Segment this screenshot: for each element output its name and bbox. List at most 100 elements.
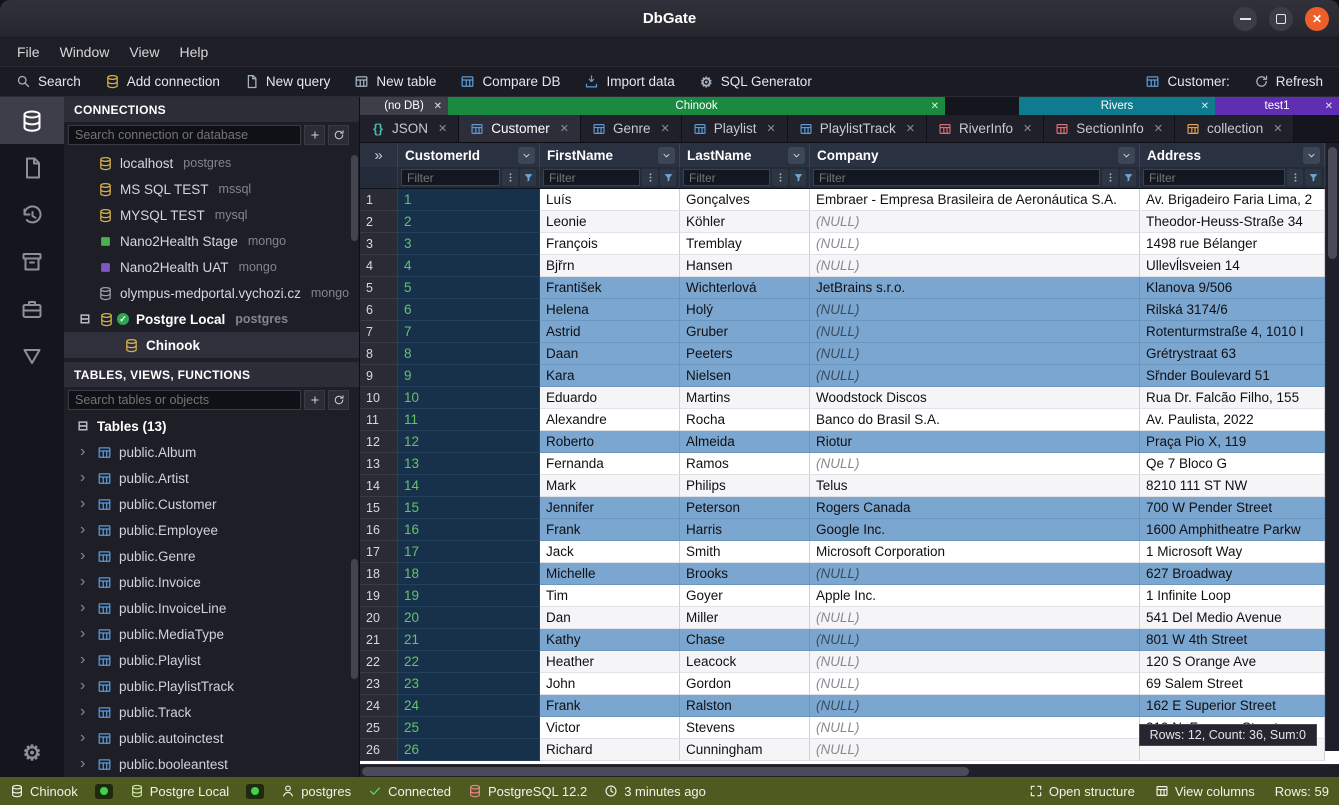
table-item-public-customer[interactable]: ›public.Customer: [64, 491, 359, 517]
chevron-right-icon[interactable]: ›: [80, 522, 90, 538]
activity-archive[interactable]: [0, 238, 64, 285]
grid-cell-lastname[interactable]: Holý: [680, 299, 810, 321]
grid-cell-lastname[interactable]: Gruber: [680, 321, 810, 343]
grid-cell-lastname[interactable]: Harris: [680, 519, 810, 541]
chevron-down-button[interactable]: [1118, 147, 1135, 164]
menu-help[interactable]: Help: [170, 41, 217, 63]
grid-cell-firstname[interactable]: Tim: [540, 585, 680, 607]
column-header-company[interactable]: Company: [810, 143, 1140, 167]
row-number-cell[interactable]: 22: [360, 651, 398, 673]
status-postgres[interactable]: postgres: [281, 784, 351, 799]
grid-cell-firstname[interactable]: Eduardo: [540, 387, 680, 409]
grid-cell-customerid[interactable]: 8: [398, 343, 540, 365]
grid-cell-company[interactable]: Telus: [810, 475, 1140, 497]
grid-cell-customerid[interactable]: 25: [398, 717, 540, 739]
grid-cell-lastname[interactable]: Miller: [680, 607, 810, 629]
grid-cell-address[interactable]: 69 Salem Street: [1140, 673, 1325, 695]
menu-file[interactable]: File: [8, 41, 49, 63]
grid-cell-firstname[interactable]: Luís: [540, 189, 680, 211]
grid-cell-firstname[interactable]: Kathy: [540, 629, 680, 651]
connection-mysql-test[interactable]: MYSQL TESTmysql: [64, 202, 359, 228]
chevron-right-icon[interactable]: ›: [80, 678, 90, 694]
filter-input-customerid[interactable]: [401, 169, 500, 186]
grid-cell-firstname[interactable]: Astrid: [540, 321, 680, 343]
grid-cell-firstname[interactable]: Heather: [540, 651, 680, 673]
grid-cell-firstname[interactable]: Mark: [540, 475, 680, 497]
grid-cell-address[interactable]: Av. Paulista, 2022: [1140, 409, 1325, 431]
grid-cell-customerid[interactable]: 12: [398, 431, 540, 453]
grid-cell-company[interactable]: JetBrains s.r.o.: [810, 277, 1140, 299]
tab-playlist[interactable]: Playlist✕: [682, 115, 788, 142]
grid-cell-company[interactable]: (NULL): [810, 233, 1140, 255]
status-open-structure[interactable]: Open structure: [1029, 784, 1135, 799]
grid-cell-customerid[interactable]: 20: [398, 607, 540, 629]
chevron-down-button[interactable]: [788, 147, 805, 164]
close-icon[interactable]: ✕: [661, 122, 670, 135]
db-tab-chinook[interactable]: Chinook✕: [448, 97, 945, 115]
db-tab-rivers[interactable]: Rivers✕: [1019, 97, 1215, 115]
row-number-cell[interactable]: 3: [360, 233, 398, 255]
grid-cell-firstname[interactable]: Dan: [540, 607, 680, 629]
grid-cell-lastname[interactable]: Ramos: [680, 453, 810, 475]
grid-cell-address[interactable]: Qe 7 Bloco G: [1140, 453, 1325, 475]
column-header-address[interactable]: Address: [1140, 143, 1325, 167]
grid-cell-lastname[interactable]: Brooks: [680, 563, 810, 585]
tab-customer[interactable]: Customer✕: [459, 115, 581, 142]
grid-cell-firstname[interactable]: Fernanda: [540, 453, 680, 475]
grid-cell-customerid[interactable]: 24: [398, 695, 540, 717]
grid-cell-lastname[interactable]: Nielsen: [680, 365, 810, 387]
close-icon[interactable]: ✕: [1201, 101, 1209, 112]
grid-cell-company[interactable]: (NULL): [810, 607, 1140, 629]
connection-localhost[interactable]: localhostpostgres: [64, 150, 359, 176]
grid-cell-address[interactable]: Praça Pio X, 119: [1140, 431, 1325, 453]
close-icon[interactable]: ✕: [438, 122, 447, 135]
grid-cell-lastname[interactable]: Wichterlová: [680, 277, 810, 299]
grid-cell-lastname[interactable]: Rocha: [680, 409, 810, 431]
grid-cell-address[interactable]: 162 E Superior Street: [1140, 695, 1325, 717]
status-postgre-local[interactable]: Postgre Local: [130, 784, 230, 799]
row-number-cell[interactable]: 23: [360, 673, 398, 695]
grid-cell-lastname[interactable]: Goyer: [680, 585, 810, 607]
grid-cell-firstname[interactable]: Frank: [540, 519, 680, 541]
connection-olympus-medportal-vychozi-cz[interactable]: olympus-medportal.vychozi.czmongo: [64, 280, 359, 306]
activity-query-designer[interactable]: [0, 332, 64, 379]
grid-cell-address[interactable]: 120 S Orange Ave: [1140, 651, 1325, 673]
tab-playlisttrack[interactable]: PlaylistTrack✕: [788, 115, 927, 142]
grid-cell-lastname[interactable]: Martins: [680, 387, 810, 409]
grid-cell-customerid[interactable]: 1: [398, 189, 540, 211]
row-number-cell[interactable]: 2: [360, 211, 398, 233]
filter-menu-button[interactable]: [772, 169, 788, 186]
status-connected[interactable]: Connected: [368, 784, 451, 799]
grid-cell-company[interactable]: Apple Inc.: [810, 585, 1140, 607]
grid-cell-company[interactable]: (NULL): [810, 739, 1140, 761]
grid-cell-firstname[interactable]: Helena: [540, 299, 680, 321]
toolbar-button-add-connection[interactable]: Add connection: [93, 67, 232, 96]
filter-funnel-button[interactable]: [1120, 169, 1136, 186]
menu-window[interactable]: Window: [51, 41, 119, 63]
column-header-lastname[interactable]: LastName: [680, 143, 810, 167]
table-item-public-invoiceline[interactable]: ›public.InvoiceLine: [64, 595, 359, 621]
toolbar-button-sql-generator[interactable]: ⚙SQL Generator: [687, 67, 824, 96]
grid-cell-lastname[interactable]: Stevens: [680, 717, 810, 739]
grid-cell-firstname[interactable]: John: [540, 673, 680, 695]
toolbar-button-import-data[interactable]: Import data: [572, 67, 686, 96]
grid-cell-company[interactable]: (NULL): [810, 695, 1140, 717]
grid-cell-address[interactable]: 1600 Amphitheatre Parkw: [1140, 519, 1325, 541]
grid-cell-company[interactable]: (NULL): [810, 629, 1140, 651]
add-table-button[interactable]: [304, 390, 325, 410]
close-icon[interactable]: ✕: [1023, 122, 1032, 135]
close-icon[interactable]: ✕: [766, 122, 775, 135]
grid-cell-customerid[interactable]: 17: [398, 541, 540, 563]
row-number-cell[interactable]: 10: [360, 387, 398, 409]
grid-cell-firstname[interactable]: Kara: [540, 365, 680, 387]
maximize-button[interactable]: [1269, 7, 1293, 31]
grid-cell-firstname[interactable]: François: [540, 233, 680, 255]
row-number-cell[interactable]: 4: [360, 255, 398, 277]
grid-cell-lastname[interactable]: Cunningham: [680, 739, 810, 761]
grid-cell-company[interactable]: (NULL): [810, 299, 1140, 321]
grid-cell-company[interactable]: Rogers Canada: [810, 497, 1140, 519]
chevron-right-icon[interactable]: ›: [80, 704, 90, 720]
grid-corner-button[interactable]: »: [360, 143, 398, 167]
grid-cell-lastname[interactable]: Smith: [680, 541, 810, 563]
db-tab-test1[interactable]: test1✕: [1215, 97, 1339, 115]
